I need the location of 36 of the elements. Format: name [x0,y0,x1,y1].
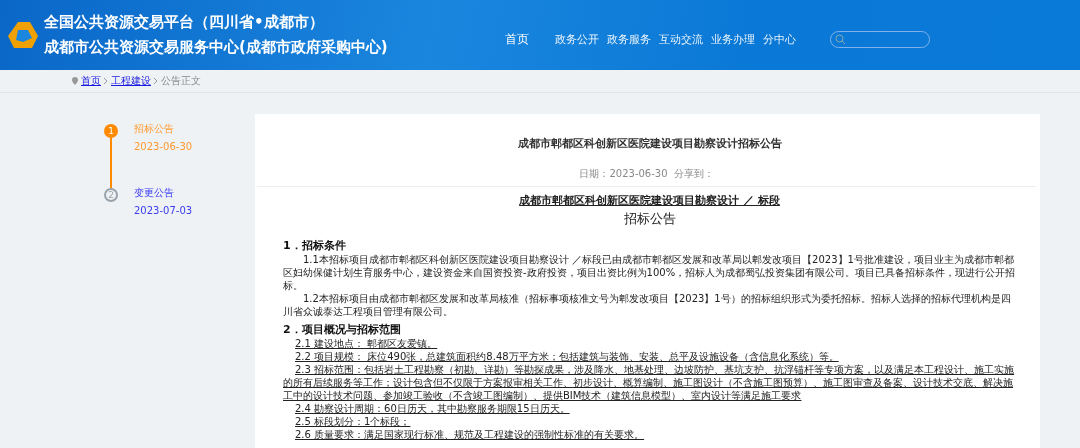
project-heading: 成都市郫都区科创新区医院建设项目勘察设计 ／ 标段 [518,193,781,208]
paragraph: 2.6 质量要求：满足国家现行标准、规范及工程建设的强制性标准的有关要求。 [294,428,646,441]
step-number: 1 [104,124,118,138]
section-heading: 2．项目概况与招标范围 [283,322,402,337]
timeline-line [110,138,112,188]
center-title: 成都市公共资源交易服务中心(成都市政府采购中心) [44,38,388,57]
search-icon [835,33,846,45]
step-date: 2023-07-03 [134,205,193,216]
step-date: 2023-06-30 [134,141,193,152]
current-page-label: 公告正文 [161,74,201,88]
nav-link[interactable]: 互动交流 [659,31,703,47]
breadcrumb-link[interactable]: 首页 [81,74,101,88]
paragraph: 1.2本招标项目由成都市郫都区发展和改革局核准（招标事项核准文号为郫发改项目【2023】1号）的招标组织形式为委托招标。招标人选择的招标代理机构是四川省众诚泰达工程项目管理有限公司。 [283,292,1012,318]
platform-title: 全国公共资源交易平台（四川省•成都市） [44,13,325,32]
paragraph: 2.2 项目规模： 床位490张，总建筑面积约8.48万平方米；包括建筑与装饰、安装、总平及设施设备（含信息化系统）等。 [294,350,840,363]
notice-heading: 招标公告 [622,210,677,228]
breadcrumb-link[interactable]: 工程建设 [111,74,151,88]
nav-link[interactable]: 分中心 [763,31,796,47]
article-date: 日期：2023-06-30 [579,167,668,181]
chevron-icon [154,78,158,84]
article-title: 成都市郫都区科创新区医院建设项目勘察设计招标公告 [516,136,783,151]
nav-link[interactable]: 首页 [505,30,529,48]
step-number: 2 [104,188,118,202]
paragraph: 2.3 招标范围：包括岩土工程勘察（初勘、详勘）等勘探成果，涉及降水、地基处理、边坡防护、基坑支护、抗浮锚杆等专项方案，以及满足本工程设计、施工实施的所有后续服务等工作；设计包含但不仅限于方案报审相关工作、初步设计、概算编制、施工图设计（不含施工图预算）、施工图审查及备案、设计技术交底、解决施工中的设计技术问题、参加竣工验收（不含竣工图编制）、提供BIM技术（建筑信息模型）、室内设计等满足施工要求 [283,363,1016,402]
step-title[interactable]: 变更公告 [134,186,193,200]
section-heading: 1．招标条件 [283,238,347,253]
paragraph: 2.4 勘察设计周期：60日历天，其中勘察服务期限15日历天。 [294,402,571,415]
chevron-icon [104,78,108,84]
paragraph: 1.1本招标项目成都市郫都区科创新区医院建设项目勘察设计 ／标段已由成都市郫都区发展和改革局以郫发改项目【2023】1号批准建设，项目业主为成都市郫都区妇幼保健计划生育服务中心，建设资金来自国资投资-政府投资，项目出资比例为100%，招标人为成都蜀弘投资集团有限公司。项目已具备招标条件，现进行公开招标。 [283,253,1016,292]
nav-link[interactable]: 政务服务 [607,31,651,47]
nav-link[interactable]: 政务公开 [555,31,599,47]
nav-link[interactable]: 业务办理 [711,31,755,47]
paragraph: 2.1 建设地点： 郫都区友爱镇。 [294,337,439,350]
location-pin-icon [72,77,78,85]
share-label: 分享到： [673,167,714,181]
paragraph: 2.5 标段划分：1个标段； [294,415,412,428]
